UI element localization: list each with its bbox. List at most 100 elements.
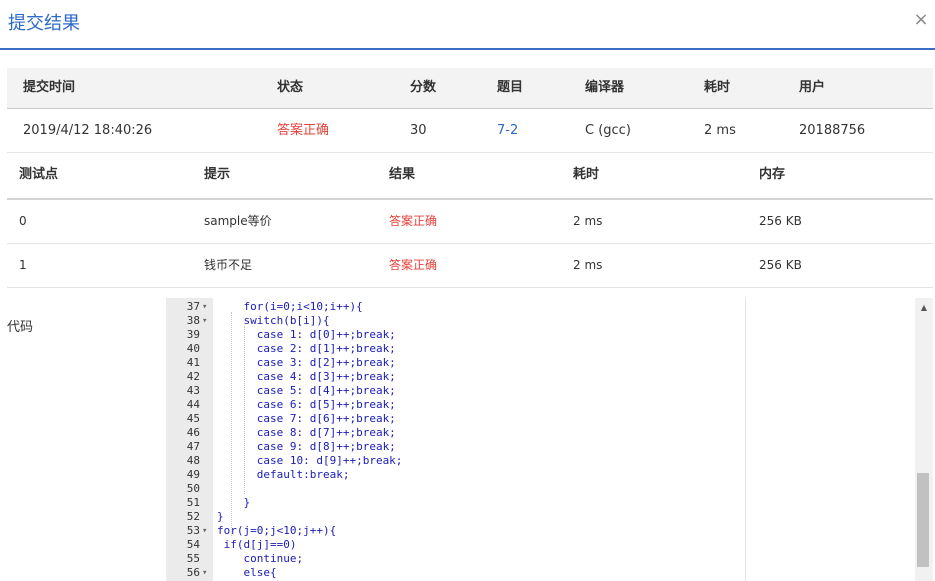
header-problem: 题目 bbox=[497, 80, 524, 95]
table-row: 0 sample等价 答案正确 2 ms 256 KB bbox=[7, 200, 933, 244]
vertical-scrollbar[interactable]: ▲ bbox=[915, 298, 933, 581]
status-value: 答案正确 bbox=[277, 123, 330, 138]
table-row: 1 钱币不足 答案正确 2 ms 256 KB bbox=[7, 244, 933, 288]
code-line: 52} bbox=[166, 510, 932, 524]
line-number: 54 bbox=[186, 538, 200, 551]
header-test-point: 测试点 bbox=[19, 167, 59, 182]
code-text: for(i=0;i<10;i++){ bbox=[217, 300, 363, 313]
code-line: 43 case 5: d[4]++;break; bbox=[166, 384, 932, 398]
code-text: else{ bbox=[217, 566, 277, 579]
header-test-time: 耗时 bbox=[573, 167, 600, 182]
elapsed-value: 2 ms bbox=[704, 123, 736, 138]
code-line: 50 bbox=[166, 482, 932, 496]
line-number: 39 bbox=[186, 328, 200, 341]
header-status: 状态 bbox=[277, 80, 304, 95]
header-result: 结果 bbox=[389, 167, 416, 182]
fold-arrow-icon[interactable]: ▾ bbox=[202, 314, 212, 328]
line-number: 38 bbox=[186, 314, 200, 327]
summary-row: 2019/4/12 18:40:26 答案正确 30 7-2 C (gcc) 2… bbox=[7, 109, 933, 153]
header-hint: 提示 bbox=[204, 167, 231, 182]
code-line: 38 ▾ switch(b[i]){ bbox=[166, 314, 932, 328]
fold-arrow-icon[interactable]: ▾ bbox=[202, 524, 212, 538]
line-number: 51 bbox=[186, 496, 200, 509]
compiler-value: C (gcc) bbox=[585, 123, 631, 138]
dialog-title: 提交结果 bbox=[8, 13, 80, 34]
test-memory: 256 KB bbox=[759, 214, 802, 228]
problem-link[interactable]: 7-2 bbox=[497, 109, 518, 152]
code-line: 40 case 2: d[1]++;break; bbox=[166, 342, 932, 356]
user-value: 20188756 bbox=[799, 123, 866, 138]
code-line: 45 case 7: d[6]++;break; bbox=[166, 412, 932, 426]
line-number: 52 bbox=[186, 510, 200, 523]
line-number: 40 bbox=[186, 342, 200, 355]
header-memory: 内存 bbox=[759, 167, 786, 182]
dialog-header: 提交结果 × bbox=[0, 0, 935, 50]
code-line: 47 case 9: d[8]++;break; bbox=[166, 440, 932, 454]
code-text: continue; bbox=[217, 552, 304, 565]
test-result: 答案正确 bbox=[389, 258, 438, 272]
submit-time: 2019/4/12 18:40:26 bbox=[23, 123, 153, 138]
line-number: 50 bbox=[186, 482, 200, 495]
header-submit-time: 提交时间 bbox=[23, 80, 76, 95]
header-user: 用户 bbox=[799, 80, 826, 95]
line-number: 41 bbox=[186, 356, 200, 369]
test-id: 0 bbox=[19, 214, 27, 228]
scrollbar-thumb[interactable] bbox=[917, 473, 929, 567]
code-line: 39 case 1: d[0]++;break; bbox=[166, 328, 932, 342]
test-hint: sample等价 bbox=[204, 214, 272, 228]
code-line: 44 case 6: d[5]++;break; bbox=[166, 398, 932, 412]
line-number: 56 bbox=[186, 566, 200, 579]
test-id: 1 bbox=[19, 258, 27, 272]
close-icon[interactable]: × bbox=[911, 8, 931, 32]
scroll-up-arrow-icon[interactable]: ▲ bbox=[915, 300, 933, 316]
code-text: for(j=0;j<10;j++){ bbox=[217, 524, 337, 537]
code-line: 51 } bbox=[166, 496, 932, 510]
test-result: 答案正确 bbox=[389, 214, 438, 228]
code-label: 代码 bbox=[7, 320, 34, 335]
line-number: 44 bbox=[186, 398, 200, 411]
code-text: default:break; bbox=[217, 468, 350, 481]
line-number: 42 bbox=[186, 370, 200, 383]
code-line: 53 ▾ for(j=0;j<10;j++){ bbox=[166, 524, 932, 538]
fold-arrow-icon[interactable]: ▾ bbox=[202, 566, 212, 580]
code-text: } bbox=[217, 510, 224, 523]
line-number: 45 bbox=[186, 412, 200, 425]
code-lines: 37 ▾ for(i=0;i<10;i++){38 ▾ switch(b[i]){3… bbox=[166, 300, 932, 580]
code-line: 54 if(d[j]==0) bbox=[166, 538, 932, 552]
code-text: switch(b[i]){ bbox=[217, 314, 330, 327]
code-line: 49 default:break; bbox=[166, 468, 932, 482]
code-text: if(d[j]==0) bbox=[217, 538, 297, 551]
line-number: 43 bbox=[186, 384, 200, 397]
line-number: 53 bbox=[186, 524, 200, 537]
code-editor[interactable]: 37 ▾ for(i=0;i<10;i++){38 ▾ switch(b[i]){3… bbox=[166, 298, 932, 581]
test-memory: 256 KB bbox=[759, 258, 802, 272]
summary-header-row: 提交时间 状态 分数 题目 编译器 耗时 用户 bbox=[7, 68, 933, 109]
tests-header-row: 测试点 提示 结果 耗时 内存 bbox=[7, 152, 933, 200]
header-score: 分数 bbox=[410, 80, 437, 95]
line-number: 55 bbox=[186, 552, 200, 565]
line-number: 48 bbox=[186, 454, 200, 467]
test-time: 2 ms bbox=[573, 214, 603, 228]
submission-summary-table: 提交时间 状态 分数 题目 编译器 耗时 用户 2019/4/12 18:40:… bbox=[7, 68, 933, 153]
header-compiler: 编译器 bbox=[585, 80, 625, 95]
code-line: 46 case 8: d[7]++;break; bbox=[166, 426, 932, 440]
code-line: 48 case 10: d[9]++;break; bbox=[166, 454, 932, 468]
score-value: 30 bbox=[410, 123, 427, 138]
fold-arrow-icon[interactable]: ▾ bbox=[202, 300, 212, 314]
test-cases-table: 测试点 提示 结果 耗时 内存 0 sample等价 答案正确 2 ms 256… bbox=[7, 152, 933, 288]
line-number: 46 bbox=[186, 426, 200, 439]
code-line: 37 ▾ for(i=0;i<10;i++){ bbox=[166, 300, 932, 314]
code-line: 56 ▾ else{ bbox=[166, 566, 932, 580]
test-hint: 钱币不足 bbox=[204, 258, 253, 272]
header-elapsed: 耗时 bbox=[704, 80, 731, 95]
line-number: 47 bbox=[186, 440, 200, 453]
line-number: 49 bbox=[186, 468, 200, 481]
line-number: 37 bbox=[186, 300, 200, 313]
code-line: 55 continue; bbox=[166, 552, 932, 566]
indent-guide bbox=[244, 326, 245, 494]
code-text: } bbox=[217, 496, 251, 509]
code-line: 42 case 4: d[3]++;break; bbox=[166, 370, 932, 384]
indent-guide bbox=[231, 312, 232, 536]
test-time: 2 ms bbox=[573, 258, 603, 272]
code-line: 41 case 3: d[2]++;break; bbox=[166, 356, 932, 370]
